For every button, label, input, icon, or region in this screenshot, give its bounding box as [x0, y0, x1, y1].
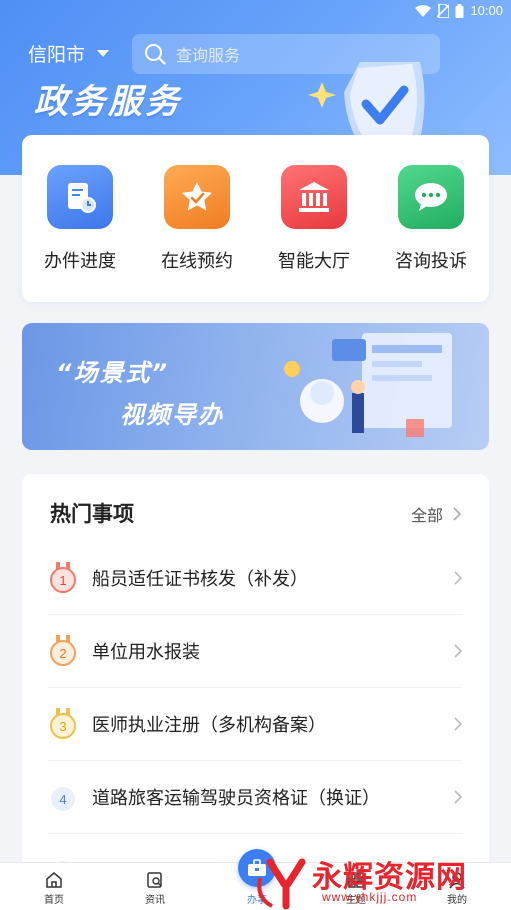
banner-line1: “场景式”	[56, 359, 169, 387]
city-label: 信阳市	[28, 44, 86, 66]
rank-number: 1	[59, 573, 66, 588]
hot-item-row[interactable]: 2 单位用水报装	[48, 615, 462, 688]
rank-medal-icon: 1	[50, 562, 76, 593]
rank-medal-icon: 2	[50, 635, 76, 666]
hot-item-row[interactable]: 4 道路旅客运输驾驶员资格证（换证）	[48, 761, 462, 834]
chevron-right-icon	[454, 717, 462, 731]
page-title: 政务服务	[34, 82, 182, 122]
rank-number: 3	[59, 719, 66, 734]
status-time: 10:00	[470, 3, 503, 18]
news-icon	[147, 872, 162, 888]
quick-action-label: 办件进度	[44, 251, 116, 272]
home-icon	[46, 872, 62, 888]
hot-item-row[interactable]: 3 医师执业注册（多机构备案）	[48, 688, 462, 761]
chevron-right-icon	[454, 644, 462, 658]
hot-item-label: 医师执业注册（多机构备案）	[92, 715, 326, 736]
hot-item-label: 道路旅客运输驾驶员资格证（换证）	[92, 788, 380, 809]
bank-icon	[281, 165, 347, 229]
quick-action-consult[interactable]: 咨询投诉	[381, 165, 481, 273]
rank-number: 2	[59, 646, 66, 661]
chat-bubbles-icon	[398, 165, 464, 229]
quick-action-label: 咨询投诉	[395, 251, 467, 272]
document-clock-icon	[47, 165, 113, 229]
chevron-right-icon	[454, 571, 462, 585]
quick-action-label: 在线预约	[161, 251, 233, 272]
quick-action-reservation[interactable]: 在线预约	[147, 165, 247, 273]
chevron-right-icon	[454, 790, 462, 804]
rank-circle-icon: 4	[51, 787, 75, 811]
chevron-down-icon	[97, 50, 110, 57]
view-all-label: 全部	[410, 506, 443, 525]
video-guide-banner[interactable]: “场景式” 视频导办	[22, 323, 489, 450]
view-all-link[interactable]: 全部	[411, 502, 461, 526]
chevron-right-icon	[453, 507, 461, 521]
watermark-url: www.yhkjjj.com	[322, 890, 418, 904]
quick-actions-card: 办件进度 在线预约 智能大厅 咨询投诉	[22, 135, 489, 302]
hot-item-label: 船员适任证书核发（补发）	[92, 569, 308, 590]
no-sim-icon	[437, 3, 450, 18]
wifi-icon	[415, 4, 432, 17]
quick-action-smart-hall[interactable]: 智能大厅	[264, 165, 364, 273]
tab-home[interactable]: 首页	[24, 869, 84, 906]
rank-medal-icon: 3	[50, 708, 76, 739]
section-title: 热门事项	[50, 502, 134, 526]
rank-number: 4	[59, 792, 66, 807]
search-placeholder: 查询服务	[176, 46, 241, 65]
tab-label: 首页	[44, 895, 64, 906]
hot-item-row[interactable]: 1 船员适任证书核发（补发）	[48, 542, 462, 615]
quick-action-progress[interactable]: 办件进度	[30, 165, 130, 273]
banner-line2: 视频导办	[120, 401, 224, 429]
tab-label: 资讯	[145, 895, 165, 906]
hot-item-label: 单位用水报装	[92, 642, 200, 663]
status-bar: 10:00	[0, 0, 511, 24]
quick-action-label: 智能大厅	[278, 251, 350, 272]
search-icon	[145, 44, 166, 65]
tab-news[interactable]: 资讯	[125, 869, 185, 906]
hot-items-card: 热门事项 全部 1 船员适任证书核发（补发） 2 单位用水报装 3 医师执业注册…	[22, 474, 489, 874]
star-check-icon	[164, 165, 230, 229]
battery-icon	[455, 3, 464, 18]
city-selector[interactable]: 信阳市	[28, 40, 110, 67]
